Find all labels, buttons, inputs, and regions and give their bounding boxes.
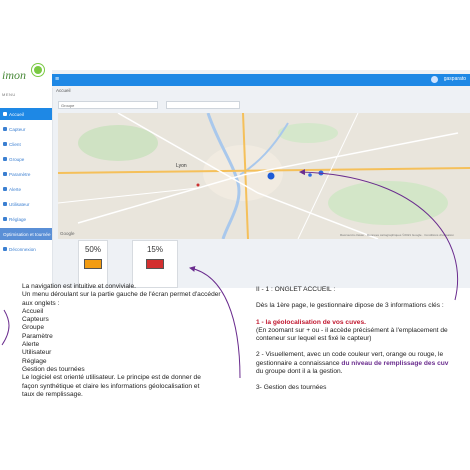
note-line: La navigation est intuitive et convivial… [22,283,136,290]
note-line: Utilisateur [22,349,52,357]
client-icon [3,142,7,146]
note-line: Gestion des tournées [22,365,85,373]
arrow-to-sidebar [1,309,10,346]
app-logo: imon [0,64,52,88]
search-input[interactable] [166,101,240,109]
logo-spark-icon [34,66,42,74]
sidebar-item-label: Groupe [9,156,25,162]
fill-level-percent: 50% [84,245,101,254]
fill-level-indicator [84,259,102,269]
sidebar-item-label: Déconnexion [9,246,36,252]
sidebar-item-label: Réglage [9,216,27,222]
sidebar-item-label: Paramètre [9,171,31,177]
note-line: Alerte [22,341,40,349]
map-view[interactable]: Lyon Google [58,113,470,239]
note-line: taux de remplissage. [22,390,83,398]
sidebar-item-label: Utilisateur [9,201,30,207]
left-annotation: La navigation est intuitive et convivial… [22,283,262,399]
sidebar-item-label: Accueil [9,111,24,117]
fill-level-card[interactable]: 15% [132,240,178,288]
note-line: Un menu déroulant sur la partie gauche d… [22,291,221,299]
google-label: Google [60,231,75,236]
note-line: façon synthétique et claire les informat… [22,382,200,390]
note-line: Capteurs [22,316,49,324]
user-icon [3,202,7,206]
sidebar-item-label: Optimisation et tournée [3,231,51,237]
group-icon [3,157,7,161]
right-annotation: II - 1 : ONGLET ACCUEIL : Dès la 1ère pa… [256,286,470,393]
sidebar-item-optimisation[interactable]: Optimisation et tournée [0,228,52,240]
note-line: Groupe [22,324,44,332]
logout-icon [3,247,7,251]
sidebar-item-capteur[interactable]: Capteur [0,123,52,135]
point-3-line: 3- Gestion des tournées [256,384,327,392]
settings-icon [3,172,7,176]
sidebar-item-label: Client [9,141,21,147]
sidebar-menu-header: MENU [2,92,16,97]
menu-toggle-icon[interactable]: ≡ [55,76,59,83]
map-credit: Raccourcis clavier · Données cartographi… [340,233,455,237]
sensor-icon [3,127,7,131]
point-1-bold: géolocalisation de vos cuves. [272,318,366,326]
avatar[interactable] [431,76,438,83]
point-1-line: 1 - la géolocalisation de vos cuves. [256,319,470,327]
sidebar-item-parametre[interactable]: Paramètre [0,168,52,180]
note-line: aux onglets : [22,299,60,307]
sidebar-item-utilisateur[interactable]: Utilisateur [0,198,52,210]
sidebar-item-label: Alerte [9,186,22,192]
note-line: Paramètre [22,332,53,340]
map-city-label: Lyon [176,163,187,169]
point-1-prefix: 1 - la [256,318,273,326]
section-heading: II - 1 : ONGLET ACCUEIL : [256,286,336,293]
sidebar: MENU Accueil Capteur Client Groupe Param… [0,88,53,288]
user-name[interactable]: gasparato [444,76,466,82]
point-2-line: gestionnaire a connaissance du niveau de… [256,360,470,368]
group-select[interactable]: Groupe [58,101,158,109]
sidebar-item-reglage[interactable]: Réglage [0,213,52,225]
breadcrumb[interactable]: Accueil [56,88,71,93]
fill-level-indicator [146,259,164,269]
sidebar-item-groupe[interactable]: Groupe [0,153,52,165]
note-line: (En zoomant sur + ou - il accède précisé… [256,326,448,334]
sidebar-item-label: Capteur [9,126,26,132]
note-line: conteneur sur lequel est fixé le capteur… [256,335,372,343]
wrench-icon [3,217,7,221]
alert-icon [3,187,7,191]
note-line: Le logiciel est orienté utilisateur. Le … [22,374,201,382]
sidebar-item-alerte[interactable]: Alerte [0,183,52,195]
point-2-bold: du niveau de remplissage des cuv [341,359,449,367]
sidebar-item-client[interactable]: Client [0,138,52,150]
note-line: Accueil [22,307,44,315]
intro-line: Dès la 1ère page, le gestionnaire dipose… [256,302,444,310]
top-bar: ≡ gasparato [52,74,470,86]
logo-text: imon [2,68,26,82]
map-canvas [58,113,470,239]
note-line: 2 - Visuellement, avec un code couleur v… [256,351,444,359]
sidebar-item-accueil[interactable]: Accueil [0,108,52,120]
note-line: du groupe dont il a la gestion. [256,368,343,376]
fill-level-card[interactable]: 50% [78,240,108,288]
sidebar-item-logout[interactable]: Déconnexion [0,243,52,255]
note-line: Réglage [22,357,47,365]
fill-level-percent: 15% [146,245,163,254]
home-icon [3,112,7,116]
point-2-prefix: gestionnaire a connaissance [256,359,342,367]
